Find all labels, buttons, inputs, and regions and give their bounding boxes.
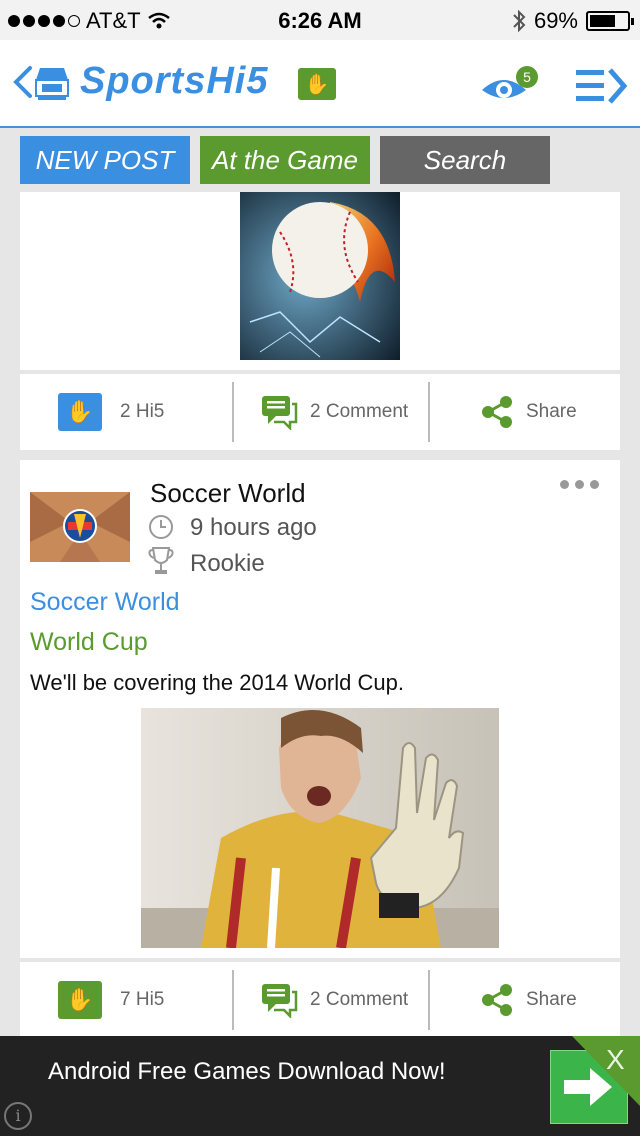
more-options-icon[interactable] xyxy=(560,480,600,492)
hi5-hands-icon: ✋ xyxy=(58,393,102,431)
battery-icon xyxy=(586,11,634,31)
post-body-text: We'll be covering the 2014 World Cup. xyxy=(30,670,404,695)
bluetooth-icon xyxy=(513,9,526,33)
divider xyxy=(428,382,430,442)
ad-close-button[interactable]: X xyxy=(606,1044,625,1076)
post-author[interactable]: Soccer World xyxy=(150,478,306,509)
ad-banner[interactable]: Android Free Games Download Now! X i xyxy=(0,1036,640,1136)
tab-search[interactable]: Search xyxy=(380,136,550,184)
post-title[interactable]: World Cup xyxy=(30,628,148,657)
divider xyxy=(428,970,430,1030)
user-rank: Rookie xyxy=(190,550,265,577)
share-label: Share xyxy=(526,989,577,1010)
tab-at-the-game[interactable]: At the Game xyxy=(200,136,370,184)
comment-count: 2 Comment xyxy=(310,401,409,422)
post-category-link[interactable]: Soccer World xyxy=(30,588,180,617)
app-header: SportsHi5 ✋ 5 xyxy=(0,40,640,128)
share-label: Share xyxy=(526,401,577,422)
stadium-logo-icon xyxy=(35,68,69,100)
post-actions-bar: ✋ 7 Hi5 2 Comment Share xyxy=(20,962,620,1038)
hi5-count: 2 Hi5 xyxy=(120,401,165,422)
hi5-hands-logo-icon: ✋ xyxy=(298,68,336,100)
comment-count: 2 Comment xyxy=(310,989,409,1010)
battery-percent: 69% xyxy=(533,8,578,33)
trophy-icon xyxy=(148,547,174,574)
post-timestamp: 9 hours ago xyxy=(190,514,317,541)
app-logo-text: SportsHi5 xyxy=(80,60,269,102)
tab-new-post[interactable]: NEW POST xyxy=(20,136,190,184)
share-action[interactable]: Share xyxy=(480,374,577,450)
post-card: Soccer World 9 hours ago Rookie Soccer W… xyxy=(20,460,620,958)
ad-text[interactable]: Android Free Games Download Now! xyxy=(48,1058,446,1086)
clock-icon xyxy=(149,515,173,539)
notification-count-badge[interactable]: 5 xyxy=(516,66,538,88)
post-actions-bar: ✋ 2 Hi5 2 Comment Share xyxy=(20,374,620,450)
comment-bubbles-icon xyxy=(262,984,298,1018)
hi5-hands-icon: ✋ xyxy=(58,981,102,1019)
status-bar: AT&T 6:26 AM 69% xyxy=(0,0,640,40)
share-icon xyxy=(482,984,512,1016)
divider xyxy=(232,382,234,442)
ad-info-icon[interactable]: i xyxy=(4,1102,32,1130)
hi5-action[interactable]: ✋ 2 Hi5 xyxy=(58,374,164,450)
tab-bar: NEW POST At the Game Search xyxy=(0,136,640,184)
comment-action[interactable]: 2 Comment xyxy=(260,374,408,450)
comment-bubbles-icon xyxy=(262,396,298,430)
hi5-count: 7 Hi5 xyxy=(120,989,165,1010)
share-icon xyxy=(482,396,512,428)
share-action[interactable]: Share xyxy=(480,962,577,1038)
comment-action[interactable]: 2 Comment xyxy=(260,962,408,1038)
soccer-world-avatar[interactable] xyxy=(30,492,130,562)
menu-arrow-icon[interactable] xyxy=(574,66,628,106)
post-image-card xyxy=(20,192,620,370)
divider xyxy=(232,970,234,1030)
hi5-action[interactable]: ✋ 7 Hi5 xyxy=(58,962,164,1038)
goalkeeper-photo[interactable] xyxy=(141,708,499,948)
baseball-fire-image[interactable] xyxy=(240,192,400,360)
